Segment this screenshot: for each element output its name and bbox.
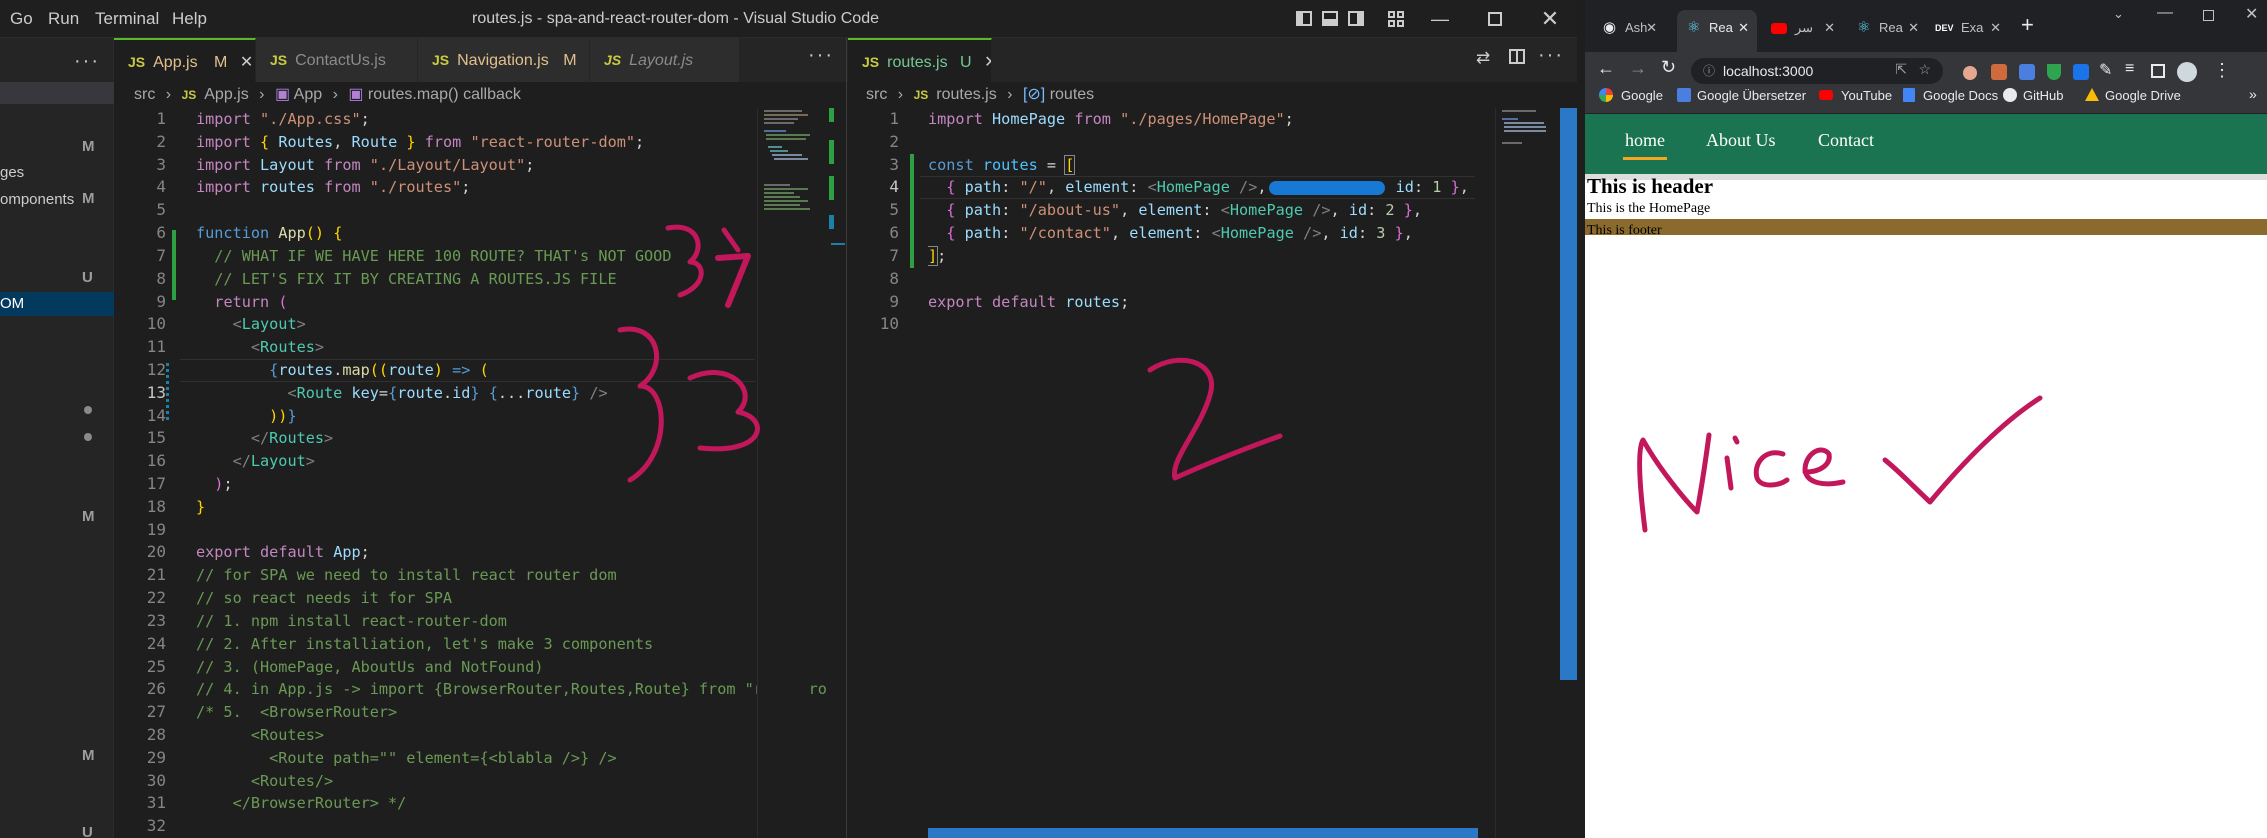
tab-title: Rea <box>1879 20 1903 35</box>
tab-title: Exa <box>1961 20 1984 35</box>
page-footer: This is footer <box>1585 219 2267 238</box>
browser-tab[interactable]: سر ✕ <box>1763 10 1843 52</box>
google-icon <box>1599 88 1613 102</box>
browser-window: ◉ Ash ✕ ⚛ Rea ✕ سر ✕ ⚛ Rea ✕ DEV Exa ✕ +… <box>1585 0 2267 838</box>
handwriting-nice <box>1637 395 2043 533</box>
annotation-digit-2 <box>1147 357 1283 481</box>
dev-icon: DEV <box>1935 23 1954 33</box>
nav-home[interactable]: home <box>1625 130 1665 151</box>
nav-about-us[interactable]: About Us <box>1706 130 1776 151</box>
page-header: This is header <box>1587 174 1714 198</box>
drive-icon <box>2085 88 2099 101</box>
annotation-digit-3 <box>687 370 760 452</box>
tab-title: Ash <box>1625 20 1648 35</box>
youtube-icon <box>1819 90 1833 100</box>
translate-extension-icon[interactable] <box>2019 64 2035 80</box>
share-icon[interactable]: ⇱ <box>1895 61 1907 78</box>
side-panel-icon[interactable] <box>2151 64 2165 78</box>
browser-tab[interactable]: DEV Exa ✕ <box>1929 10 2009 52</box>
annotation-overlay <box>617 224 1283 483</box>
react-icon: ⚛ <box>1687 19 1701 36</box>
site-info-icon[interactable]: ⓘ <box>1703 62 1715 79</box>
bookmark-github[interactable]: GitHub <box>2023 88 2063 103</box>
bookmark-docs[interactable]: Google Docs <box>1923 88 1998 103</box>
site-navbar <box>1585 114 2267 174</box>
brace-annotation <box>617 326 664 483</box>
extension-icon[interactable] <box>2073 64 2089 80</box>
bookmark-youtube[interactable]: YouTube <box>1841 88 1892 103</box>
bookmark-translate[interactable]: Google Übersetzer <box>1697 88 1806 103</box>
tab-close-icon[interactable]: ✕ <box>1646 10 1657 46</box>
browser-tab[interactable]: ◉ Ash ✕ <box>1593 10 1665 52</box>
tab-close-icon[interactable]: ✕ <box>1990 10 2001 46</box>
browser-maximize-icon[interactable] <box>2203 10 2214 21</box>
avatar[interactable] <box>2177 62 2197 82</box>
tab-close-icon[interactable]: ✕ <box>1824 10 1835 46</box>
nav-contact[interactable]: Contact <box>1818 130 1874 151</box>
annotation-digit-1 <box>715 253 751 308</box>
bookmark-google[interactable]: Google <box>1621 88 1663 103</box>
more-bookmarks-icon[interactable]: » <box>2249 86 2257 102</box>
browser-tab-strip: ◉ Ash ✕ ⚛ Rea ✕ سر ✕ ⚛ Rea ✕ DEV Exa ✕ +… <box>1585 0 2267 52</box>
docs-icon <box>1903 88 1915 102</box>
footer-text: This is footer <box>1587 223 1662 238</box>
github-icon <box>2003 88 2017 102</box>
address-bar[interactable]: ⓘ localhost:3000 ⇱ ☆ <box>1691 58 1943 84</box>
bookmark-star-icon[interactable]: ☆ <box>1918 61 1931 78</box>
brace-annotation <box>665 224 704 298</box>
reading-list-icon[interactable]: ≡ <box>2125 60 2134 78</box>
browser-tab[interactable]: ⚛ Rea ✕ <box>1847 10 1927 52</box>
tab-close-icon[interactable]: ✕ <box>1908 10 1919 46</box>
forward-icon[interactable]: → <box>1629 58 1647 79</box>
reload-icon[interactable]: ↻ <box>1661 57 1676 78</box>
tab-search-icon[interactable]: ⌄ <box>2113 6 2124 22</box>
bookmark-drive[interactable]: Google Drive <box>2105 88 2181 103</box>
extensions-puzzle-icon[interactable]: ✎ <box>2099 60 2112 80</box>
extension-icon[interactable] <box>1963 66 1977 80</box>
back-icon[interactable]: ← <box>1597 58 1615 79</box>
extension-icon[interactable] <box>1991 64 2007 80</box>
shield-icon[interactable] <box>2047 64 2061 80</box>
nav-active-underline <box>1623 157 1667 160</box>
react-icon: ⚛ <box>1857 19 1871 36</box>
browser-menu-icon[interactable]: ⋮ <box>2213 60 2231 81</box>
vscode-window: Go Run Terminal Help routes.js - spa-and… <box>0 0 1577 838</box>
home-text: This is the HomePage <box>1587 201 1711 216</box>
browser-close-icon[interactable]: ✕ <box>2245 4 2258 24</box>
youtube-icon <box>1771 23 1787 34</box>
tab-title: Rea <box>1709 20 1733 35</box>
tab-close-icon[interactable]: ✕ <box>1738 10 1749 46</box>
new-tab-button[interactable]: + <box>2021 12 2034 38</box>
tab-title: سر <box>1795 20 1814 35</box>
url-text: localhost:3000 <box>1723 63 1814 79</box>
browser-tab-active[interactable]: ⚛ Rea ✕ <box>1677 10 1757 52</box>
github-icon: ◉ <box>1603 19 1617 36</box>
browser-minimize-icon[interactable]: — <box>2157 4 2173 22</box>
translate-icon <box>1677 88 1691 102</box>
